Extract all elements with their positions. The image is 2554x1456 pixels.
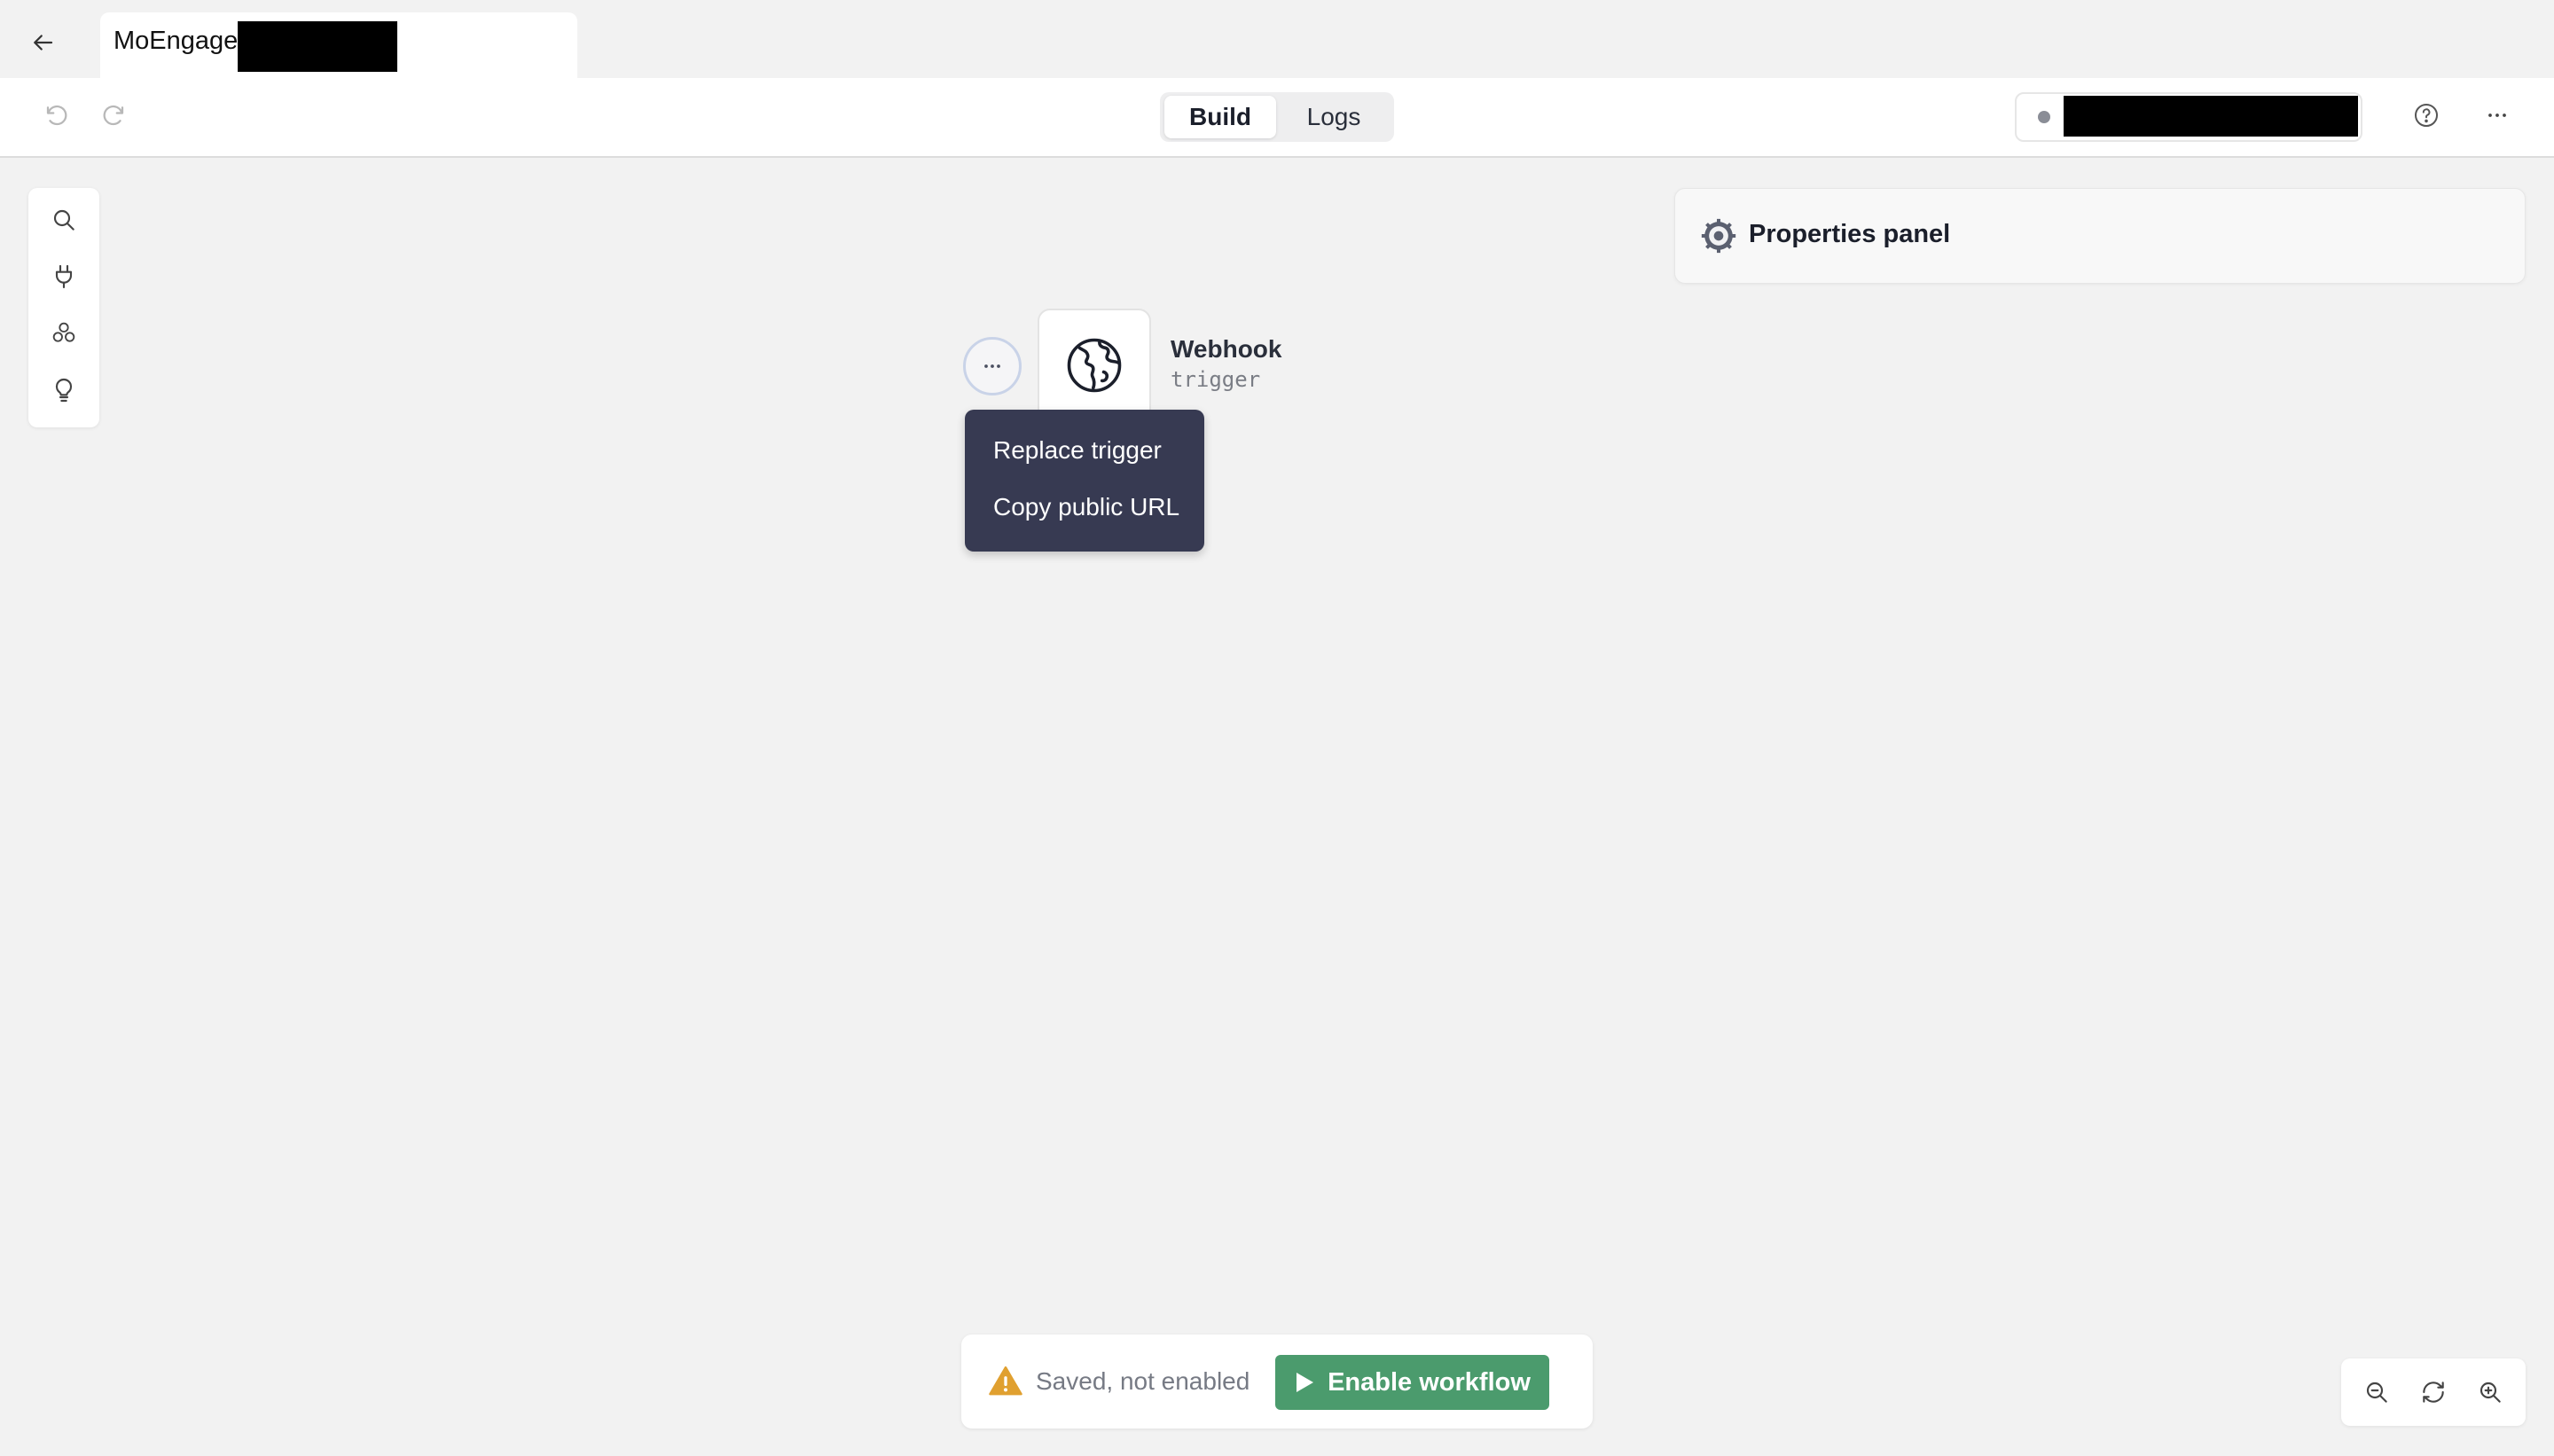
reset-zoom-icon[interactable] <box>2416 1374 2451 1410</box>
lightbulb-icon[interactable] <box>46 372 82 408</box>
context-menu <box>965 410 1204 552</box>
globe-icon <box>1067 338 1122 393</box>
help-icon[interactable] <box>2409 98 2444 133</box>
back-arrow-icon[interactable] <box>23 23 62 62</box>
node-type: trigger <box>1171 367 1261 392</box>
status-text: Saved, not enabled <box>1036 1367 1250 1395</box>
redacted-block <box>238 21 397 72</box>
undo-icon[interactable] <box>39 98 74 133</box>
plug-icon[interactable] <box>46 259 82 294</box>
redacted-block <box>2064 96 2358 137</box>
node-name: Webhook <box>1171 335 1282 363</box>
redo-icon[interactable] <box>96 98 131 133</box>
tab-logs[interactable]: Logs <box>1277 96 1391 138</box>
enable-workflow-button[interactable]: Enable workflow <box>1275 1355 1549 1410</box>
tab-title: MoEngage <box>114 27 239 55</box>
menu-item-copy-public-url[interactable]: Copy public URL <box>993 493 1179 521</box>
enable-workflow-label: Enable workflow <box>1328 1367 1531 1397</box>
node-more-options-button[interactable] <box>963 337 1022 395</box>
zoom-in-icon[interactable] <box>2472 1374 2508 1410</box>
status-dot <box>2038 111 2050 123</box>
gear-icon <box>1701 218 1736 254</box>
search-icon[interactable] <box>46 202 82 238</box>
warning-icon <box>988 1364 1023 1399</box>
zoom-out-icon[interactable] <box>2359 1374 2394 1410</box>
tab-build[interactable]: Build <box>1164 96 1276 138</box>
more-options-icon[interactable] <box>2480 98 2515 133</box>
play-icon <box>1297 1373 1314 1392</box>
menu-item-replace-trigger[interactable]: Replace trigger <box>993 436 1162 465</box>
properties-panel-title: Properties panel <box>1749 220 1951 248</box>
integrations-icon[interactable] <box>46 316 82 351</box>
webhook-node[interactable] <box>1038 309 1151 422</box>
